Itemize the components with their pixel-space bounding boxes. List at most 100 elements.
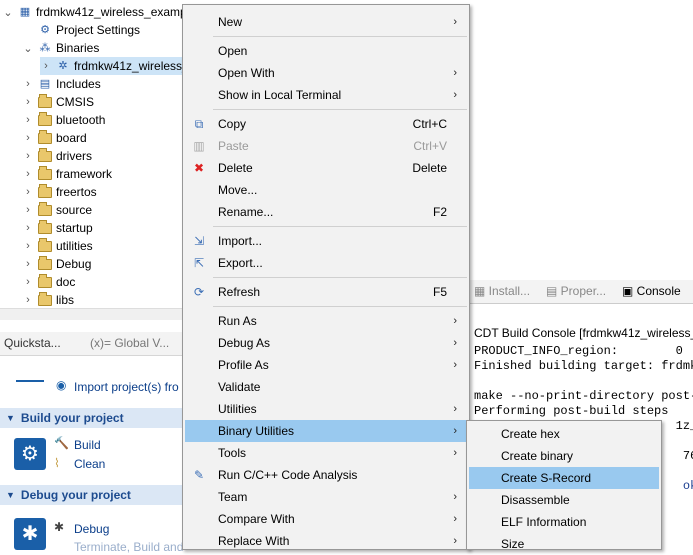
submenu-item-elf-information[interactable]: ELF Information [469,511,659,533]
tree-item[interactable]: › source [22,201,92,219]
menu-separator [213,306,467,307]
menu-item-debug-as[interactable]: Debug As › [185,332,467,354]
tree-item[interactable]: › Debug [22,255,91,273]
tree-item[interactable]: › startup [22,219,93,237]
menu-item-validate[interactable]: Validate [185,376,467,398]
expand-arrow-icon[interactable]: › [22,114,34,126]
menu-item-open-with[interactable]: Open With › [185,62,467,84]
expand-arrow-icon[interactable]: › [22,240,34,252]
menu-item-label: Replace With [218,534,290,548]
menu-item-label: Show in Local Terminal [218,88,342,102]
menu-item-open[interactable]: Open [185,40,467,62]
binary-utilities-submenu: Create hex Create binary Create S-Record Di… [466,420,662,551]
quickstart-panel: ◉ Import project(s) fro ▼ Build your pro… [0,356,190,554]
expand-arrow-icon[interactable]: › [40,60,52,72]
tree-item[interactable]: › utilities [22,237,93,255]
tab-install[interactable]: ▦ Install... [474,284,530,298]
expand-triangle-icon: ▼ [6,490,15,500]
menu-item-refresh[interactable]: ⟳ Refresh F5 [185,281,467,303]
menu-item-delete[interactable]: ✖ Delete Delete [185,157,467,179]
console-line: make --no-print-directory post-b [474,389,693,403]
import-project-link[interactable]: Import project(s) fro [74,380,179,394]
tree-item[interactable]: › drivers [22,147,92,165]
tree-item[interactable]: › ▤ Includes [22,75,101,93]
submenu-arrow-icon: › [453,16,457,28]
tree-item[interactable]: › bluetooth [22,111,105,129]
submenu-item-label: Create S-Record [501,471,592,485]
folder-icon [38,165,52,180]
menu-separator [213,36,467,37]
tree-item[interactable]: › doc [22,273,75,291]
expand-arrow-icon[interactable]: › [22,78,34,90]
expand-arrow-icon[interactable]: › [22,186,34,198]
tree-item-label: Includes [56,77,101,91]
menu-item-label: New [218,15,243,29]
console-line: Finished building target: frdmkw [474,359,693,373]
debug-link[interactable]: Debug [74,522,109,536]
submenu-item-create-s-record[interactable]: Create S-Record [469,467,659,489]
tab-global-variables[interactable]: (x)= Global V... [90,336,169,350]
menu-item-compare-with[interactable]: Compare With › [185,508,467,530]
expand-arrow-icon[interactable]: › [22,276,34,288]
tab-console[interactable]: ▣ Console [622,284,681,298]
submenu-arrow-icon: › [453,89,457,101]
menu-item-show-in-local-terminal[interactable]: Show in Local Terminal › [185,84,467,106]
build-link[interactable]: Build [74,438,101,452]
tab-quickstart[interactable]: Quicksta... [4,336,61,350]
tree-item[interactable]: › freertos [22,183,97,201]
menu-item-label: Binary Utilities [218,424,295,438]
menu-item-label: Move... [218,183,258,197]
import-icon: ◉ [56,378,67,392]
expand-arrow-icon[interactable]: › [22,294,34,306]
expand-arrow-icon[interactable]: › [22,204,34,216]
tree-item-label: framework [56,167,113,181]
tab-properties[interactable]: ▤ Proper... [546,284,606,298]
menu-item-run-c-c-code-analysis[interactable]: ✎ Run C/C++ Code Analysis [185,464,467,486]
menu-item-utilities[interactable]: Utilities › [185,398,467,420]
clean-link[interactable]: Clean [74,457,105,471]
menu-item-team[interactable]: Team › [185,486,467,508]
expand-arrow-icon[interactable]: › [22,96,34,108]
tree-item[interactable]: › board [22,129,87,147]
menu-item-run-as[interactable]: Run As › [185,310,467,332]
debug-section-header[interactable]: ▼ Debug your project [0,485,190,505]
menu-item-profile-as[interactable]: Profile As › [185,354,467,376]
menu-item-label: Validate [218,380,261,394]
collapse-arrow-icon[interactable]: ⌄ [22,42,34,55]
expand-arrow-icon[interactable]: › [22,168,34,180]
tree-item[interactable]: › libs [22,291,74,309]
menu-item-move[interactable]: Move... [185,179,467,201]
expand-arrow-icon[interactable]: › [22,258,34,270]
expand-arrow-icon[interactable]: › [22,132,34,144]
menu-item-copy[interactable]: ⧉ Copy Ctrl+C [185,113,467,135]
console-line: Performing post-build steps [474,404,669,418]
tree-horizontal-scrollbar[interactable] [0,308,190,320]
menu-item-binary-utilities[interactable]: Binary Utilities › [185,420,467,442]
terminate-build-debug-link[interactable]: Terminate, Build and [74,540,183,554]
tree-item[interactable]: ⚙ Project Settings [22,21,140,39]
expand-arrow-icon[interactable]: › [22,150,34,162]
submenu-item-size[interactable]: Size [469,533,659,555]
expand-triangle-icon: ▼ [6,413,15,423]
tree-item[interactable]: › framework [22,165,112,183]
submenu-item-create-hex[interactable]: Create hex [469,423,659,445]
menu-item-new[interactable]: New › [185,11,467,33]
menu-item-import[interactable]: ⇲ Import... [185,230,467,252]
build-section-header[interactable]: ▼ Build your project [0,408,190,428]
menu-item-replace-with[interactable]: Replace With › [185,530,467,552]
submenu-item-disassemble[interactable]: Disassemble [469,489,659,511]
tree-item-label: Project Settings [56,23,141,37]
menu-item-paste[interactable]: ▥ Paste Ctrl+V [185,135,467,157]
tree-project-node[interactable]: ⌄ ▦ frdmkw41z_wireless_example [2,3,196,21]
menu-item-rename[interactable]: Rename... F2 [185,201,467,223]
menu-item-export[interactable]: ⇱ Export... [185,252,467,274]
collapse-arrow-icon[interactable]: ⌄ [2,6,14,19]
context-menu: New › Open Open With › Show in Local Terminal… [182,4,470,550]
tree-item[interactable]: › CMSIS [22,93,94,111]
tree-item[interactable]: ⌄ ⁂ Binaries [22,39,99,57]
expand-arrow-icon[interactable]: › [22,222,34,234]
menu-item-tools[interactable]: Tools › [185,442,467,464]
tree-item-label: doc [56,275,76,289]
submenu-arrow-icon: › [453,513,457,525]
submenu-item-create-binary[interactable]: Create binary [469,445,659,467]
